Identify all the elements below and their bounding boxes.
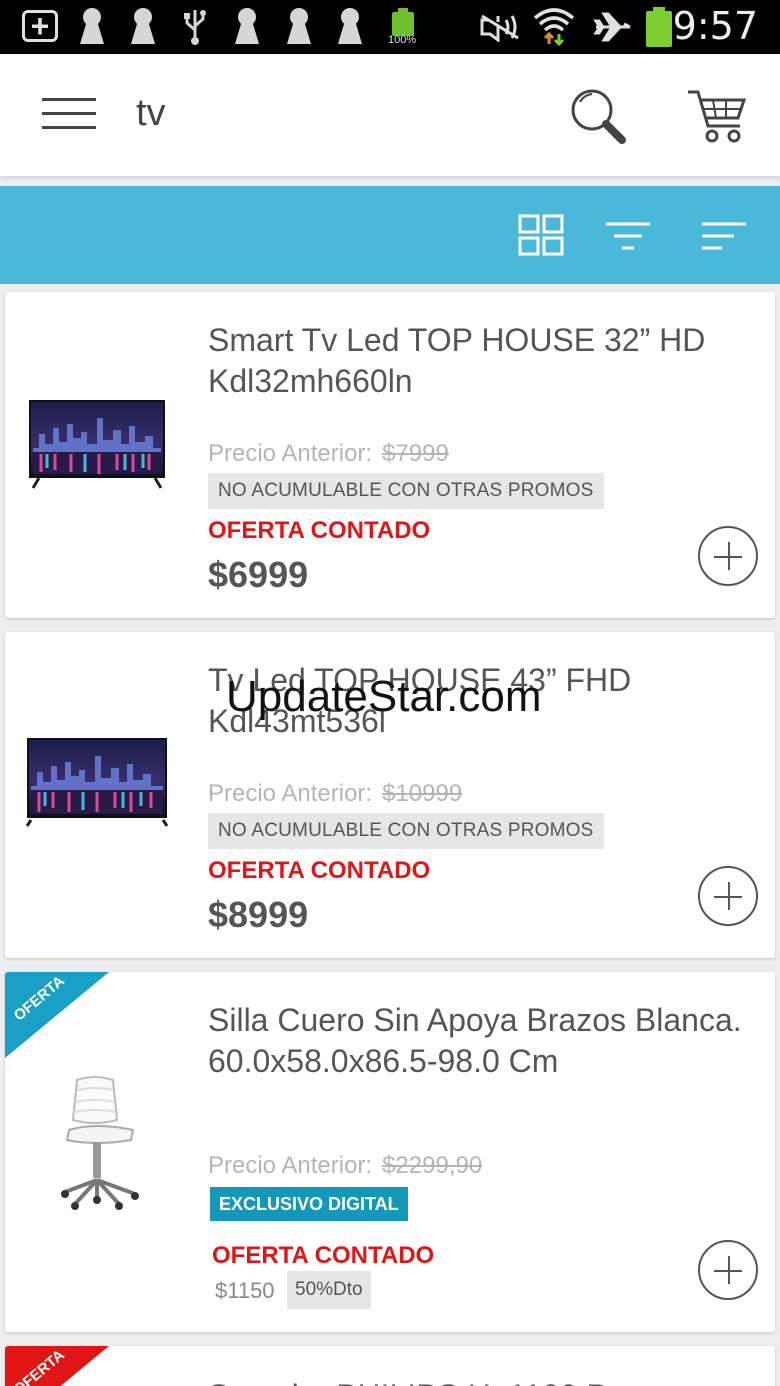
clock: 9:57 bbox=[672, 4, 758, 48]
wifi-icon bbox=[533, 8, 575, 46]
previous-price-row: Precio Anterior: $2299,90 bbox=[208, 1152, 482, 1180]
previous-price-label: Precio Anterior: bbox=[208, 1152, 373, 1179]
product-price: $6999 bbox=[208, 554, 309, 595]
product-title[interactable]: Secador PHILIPS Hp1100 P bbox=[208, 1376, 753, 1386]
product-card[interactable]: OFERTA Secador PHILIPS Hp1100 P bbox=[5, 1346, 775, 1386]
battery-full-icon bbox=[646, 7, 672, 47]
previous-price-label: Precio Anterior: bbox=[208, 440, 373, 467]
product-image-chair bbox=[61, 1076, 139, 1210]
offer-label: OFERTA CONTADO bbox=[208, 857, 431, 884]
battery-percent: 100% bbox=[388, 34, 417, 46]
list-toolbar bbox=[0, 186, 780, 284]
hamburger-icon[interactable] bbox=[42, 98, 96, 130]
exclusive-badge: EXCLUSIVO DIGITAL bbox=[210, 1187, 408, 1221]
sort-icon[interactable] bbox=[700, 214, 748, 258]
previous-price-value: $2299,90 bbox=[382, 1152, 483, 1179]
add-to-cart-button[interactable] bbox=[698, 1240, 758, 1300]
previous-price-row: Precio Anterior: $7999 bbox=[208, 440, 449, 468]
product-price: $1150 bbox=[215, 1278, 275, 1303]
app-bar: tv bbox=[0, 54, 780, 176]
keyhole-icon bbox=[338, 8, 362, 44]
add-to-cart-button[interactable] bbox=[698, 866, 758, 926]
product-title[interactable]: Silla Cuero Sin Apoya Brazos Blanca. 60.… bbox=[208, 1000, 753, 1082]
product-card[interactable]: OFERTA Silla Cuero Sin Apoya Brazos Blan… bbox=[5, 972, 775, 1332]
promo-badge: NO ACUMULABLE CON OTRAS PROMOS bbox=[208, 813, 604, 849]
usb-icon bbox=[184, 10, 206, 45]
airplane-icon bbox=[593, 12, 631, 42]
keyhole-icon bbox=[287, 8, 311, 44]
status-bar: 100% 9:57 bbox=[0, 0, 780, 54]
previous-price-row: Precio Anterior: $10999 bbox=[208, 780, 462, 808]
add-icon bbox=[22, 8, 58, 45]
search-icon[interactable] bbox=[566, 84, 630, 148]
previous-price-value: $10999 bbox=[382, 780, 463, 807]
promo-badge: NO ACUMULABLE CON OTRAS PROMOS bbox=[208, 473, 604, 509]
keyhole-icon bbox=[131, 8, 155, 44]
previous-price-label: Precio Anterior: bbox=[208, 780, 373, 807]
mute-icon bbox=[480, 14, 519, 42]
filter-icon[interactable] bbox=[604, 214, 652, 258]
product-card[interactable]: Smart Tv Led TOP HOUSE 32” HD Kdl32mh660… bbox=[5, 292, 775, 618]
grid-view-icon[interactable] bbox=[518, 214, 566, 258]
offer-label: OFERTA CONTADO bbox=[208, 517, 431, 544]
discount-badge: 50%Dto bbox=[287, 1271, 371, 1309]
offer-label: OFERTA CONTADO bbox=[212, 1242, 435, 1269]
product-price: $8999 bbox=[208, 894, 309, 935]
product-image-tv bbox=[29, 400, 165, 489]
search-query-title: tv bbox=[136, 92, 166, 134]
product-image-tv bbox=[25, 738, 169, 827]
battery-icon: 100% bbox=[388, 8, 417, 46]
add-to-cart-button[interactable] bbox=[698, 526, 758, 586]
product-title[interactable]: Smart Tv Led TOP HOUSE 32” HD Kdl32mh660… bbox=[208, 320, 753, 402]
watermark: UpdateStar.com bbox=[226, 672, 542, 721]
keyhole-icon bbox=[235, 8, 259, 44]
cart-icon[interactable] bbox=[686, 84, 750, 148]
previous-price-value: $7999 bbox=[382, 440, 449, 467]
keyhole-icon bbox=[80, 8, 104, 44]
